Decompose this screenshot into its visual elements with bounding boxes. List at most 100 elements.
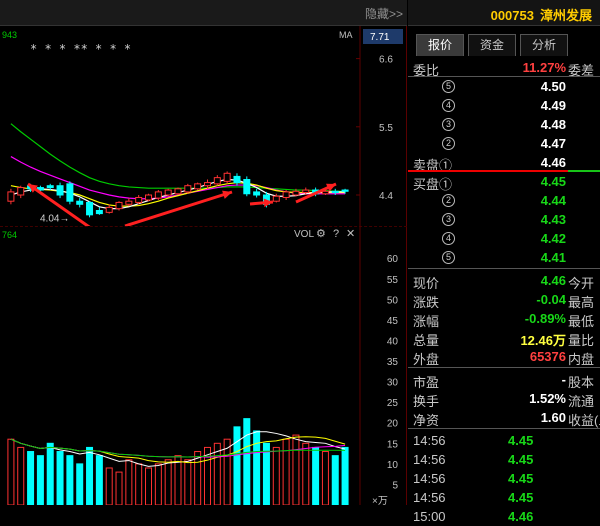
volume-bar [243, 418, 251, 505]
buy-level-row: 买盘① 4.45 [408, 172, 600, 192]
divider [408, 367, 600, 368]
sell-level-row: 5 4.50 [408, 77, 600, 96]
buy-level-row: 3 4.43 [408, 210, 600, 229]
candle-body [95, 210, 103, 215]
sell-level-row: 2 4.47 [408, 134, 600, 153]
volume-axis-label: 5 [392, 480, 398, 491]
buy-price: 4.42 [540, 231, 566, 246]
volume-bar [164, 459, 172, 505]
volume-bar [105, 467, 113, 505]
divider [408, 428, 600, 429]
candle-body [233, 175, 241, 184]
tick-row: 14:56 4.45 [408, 450, 600, 469]
stat-label: 外盘 [413, 352, 440, 367]
tick-time: 14:56 [413, 471, 446, 486]
volume-bar [282, 438, 290, 505]
volume-bar [66, 455, 74, 505]
sell-level-row: 4 4.49 [408, 96, 600, 115]
price-axis-label: 5.5 [379, 123, 393, 134]
candle-body [105, 206, 113, 213]
buy-price: 4.44 [540, 193, 566, 208]
ma60-line [10, 123, 346, 192]
candle-body [272, 195, 280, 202]
candle-body [321, 190, 329, 195]
volume-bar [145, 467, 153, 505]
stock-code: 000753 [490, 8, 534, 23]
stat-row: 涨幅 -0.89% 最低 [408, 309, 600, 329]
price-badge: 7.71 [370, 32, 390, 43]
volume-unit: ×万 [372, 496, 388, 505]
volume-bar [17, 446, 25, 505]
volume-bar [36, 455, 44, 505]
volume-bar [253, 430, 261, 505]
stat-row: 净资 1.60收益(三 [408, 408, 600, 428]
stat-value: -0.04 [536, 292, 566, 307]
sell-price: 4.49 [540, 98, 566, 113]
volume-bar [312, 446, 320, 505]
volume-chart[interactable]: 764 VOL ⚙? ✕ 60 55 50 45 40 35 30 25 20 15 10 5 ×万 [0, 226, 407, 505]
volume-bar [76, 463, 84, 505]
volume-bar [95, 455, 103, 505]
buy-price: 4.43 [540, 212, 566, 227]
price-axis-label: 6.6 [379, 55, 393, 66]
sell-price: 4.46 [540, 155, 566, 170]
volume-bar [321, 451, 329, 505]
annotation-arrowhead [222, 190, 232, 199]
stat-label-right: 内盘 [568, 352, 595, 367]
candle-body [203, 182, 211, 187]
candle-body [86, 201, 94, 216]
tick-price: 4.45 [508, 452, 534, 467]
volume-bar [46, 442, 54, 505]
volume-bar [184, 459, 192, 505]
volume-bar [7, 438, 15, 505]
level-number: 5 [442, 80, 455, 93]
tick-price: 4.46 [508, 509, 534, 524]
volume-bar [194, 451, 202, 505]
candle-body [154, 191, 162, 199]
volume-bar [27, 451, 35, 505]
level-number: 2 [442, 137, 455, 150]
candle-body [164, 189, 172, 196]
stat-row: 外盘 65376 内盘 [408, 347, 600, 367]
volume-label: VOL [294, 229, 314, 240]
candle-body [56, 185, 64, 196]
tick-time: 14:56 [413, 490, 446, 505]
gear-icon: ⚙ [316, 228, 326, 240]
volume-axis-label: 50 [387, 295, 399, 306]
tab-funds[interactable]: 资金 [468, 34, 516, 56]
hide-panel-button[interactable]: 隐藏>> [365, 5, 403, 22]
tab-quote[interactable]: 报价 [416, 34, 464, 56]
volume-axis-label: 20 [387, 419, 399, 430]
stat-label: 净资 [413, 413, 440, 428]
tick-time: 14:56 [413, 452, 446, 467]
stat-value: - [561, 372, 566, 387]
volume-axis-label: 35 [387, 357, 399, 368]
volume-left-tag: 764 [2, 230, 17, 240]
level-number: 2 [442, 194, 455, 207]
candle-body [115, 201, 123, 210]
candle-body [213, 177, 221, 185]
tab-analysis[interactable]: 分析 [520, 34, 568, 56]
volume-bar [331, 455, 339, 505]
volume-axis-label: 55 [387, 275, 399, 286]
divider [408, 268, 600, 269]
volume-axis-label: 45 [387, 316, 399, 327]
volume-bar [302, 442, 310, 505]
volume-bar [135, 463, 143, 505]
candle-body [145, 194, 153, 201]
level-number: 5 [442, 251, 455, 264]
stat-row: 市盈 - 股本 [408, 370, 600, 390]
sell-price: 4.48 [540, 117, 566, 132]
buy-level-row: 5 4.41 [408, 248, 600, 267]
kline-chart-area[interactable]: 隐藏>> 943 MA 7.71 * * * ** * * * 6.6 5.5 4.4 4.0… [0, 0, 407, 505]
stat-value: 1.52% [529, 391, 566, 406]
stat-row: 换手 1.52% 流通 [408, 389, 600, 409]
level-number: 3 [442, 118, 455, 131]
candle-body [184, 185, 192, 193]
price-chart[interactable]: 943 MA 7.71 * * * ** * * * 6.6 5.5 4.4 4.04→ [0, 26, 407, 226]
candle-body [341, 189, 349, 192]
volume-axis-label: 10 [387, 460, 399, 471]
candle-body [17, 187, 25, 196]
volume-bar [292, 434, 300, 505]
volume-bar [233, 426, 241, 505]
